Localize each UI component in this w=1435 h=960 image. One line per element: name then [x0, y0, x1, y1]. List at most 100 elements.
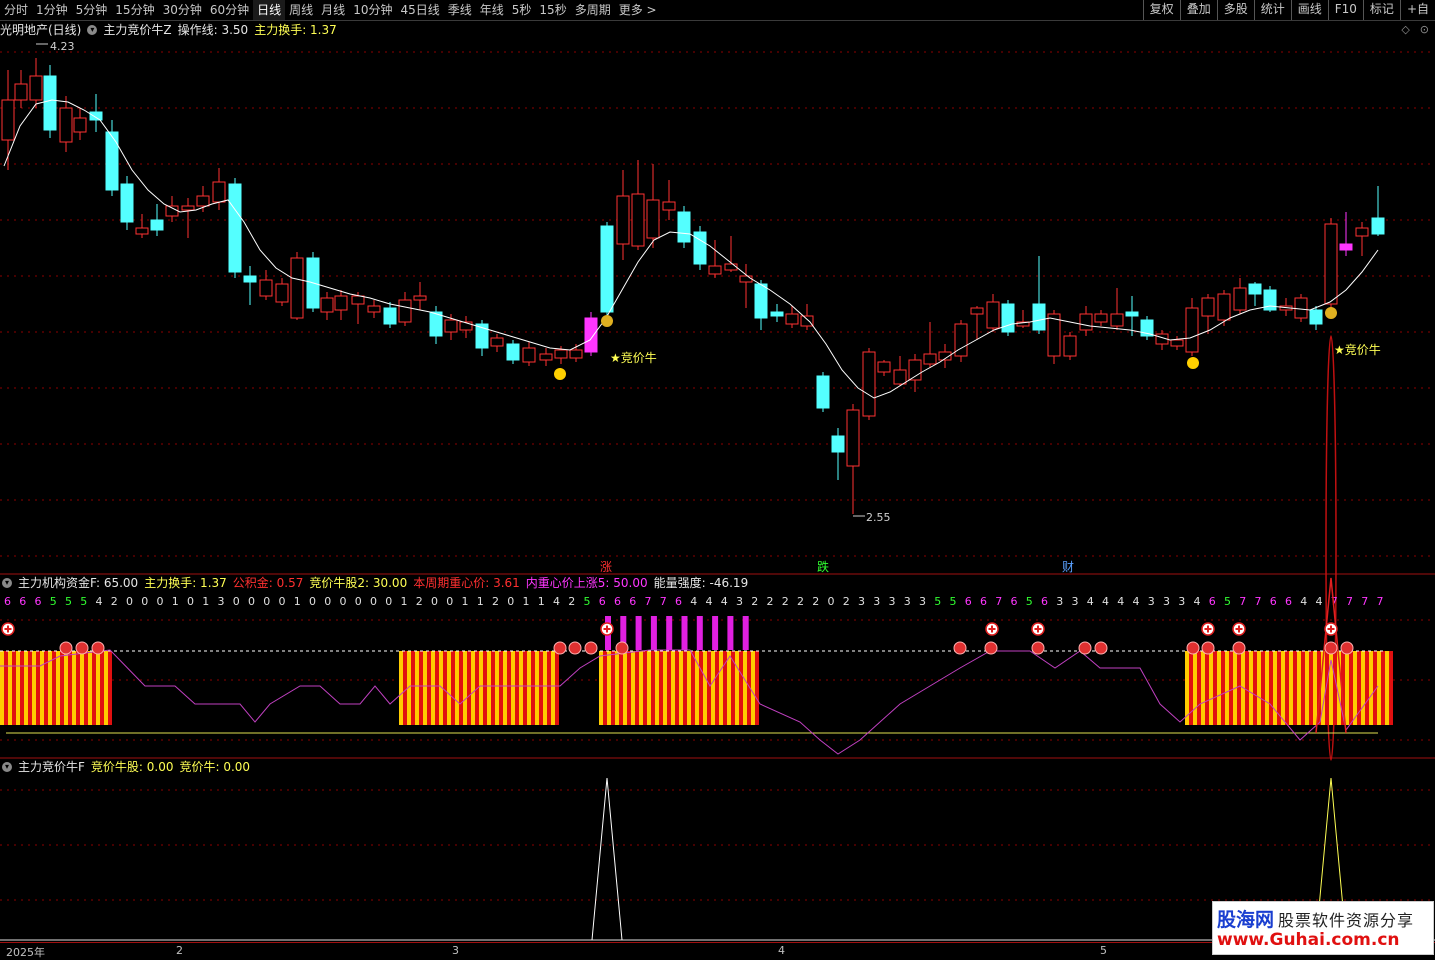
signal-ball-icon — [584, 641, 598, 655]
candle-body — [150, 219, 164, 231]
signal-digit: 0 — [507, 595, 514, 608]
signal-digit: 6 — [980, 595, 987, 608]
candle-body — [383, 307, 397, 325]
tab-14[interactable]: 15秒 — [535, 0, 570, 20]
signal-digit: 6 — [965, 595, 972, 608]
tab-4[interactable]: 30分钟 — [159, 0, 206, 20]
fund-stripe — [451, 651, 455, 725]
signal-digit: 4 — [706, 595, 713, 608]
fund-stripe — [1293, 651, 1297, 725]
tab-9[interactable]: 10分钟 — [349, 0, 396, 20]
tool-button-3[interactable]: 统计 — [1253, 0, 1291, 20]
sub2-bull-stock: 竞价牛股: 0.00 — [90, 760, 174, 774]
candle-body — [862, 351, 876, 417]
tool-button-6[interactable]: 标记 — [1362, 0, 1400, 20]
signal-digit: 0 — [187, 595, 194, 608]
fund-stripe — [1285, 651, 1289, 725]
tab-12[interactable]: 年线 — [476, 0, 508, 20]
signal-digit: 1 — [294, 595, 301, 608]
kline-chart[interactable]: 4.232.55★竞价牛★竞价牛涨跌财6 6 6 5 5 5 4 2 0 0 0 1 0 1 3 0 0 0 0 1 0… — [0, 0, 1435, 957]
fund-stripe — [479, 651, 483, 725]
sub1-energy: 能量强度: -46.19 — [653, 576, 749, 590]
sub1-value: : 65.00 — [95, 576, 139, 590]
tool-button-0[interactable]: 复权 — [1142, 0, 1180, 20]
fund-stripe — [539, 651, 543, 725]
fund-stripe — [643, 651, 647, 725]
tab-3[interactable]: 15分钟 — [111, 0, 158, 20]
tab-0[interactable]: 分时 — [0, 0, 32, 20]
signal-ball-icon — [59, 641, 73, 655]
fund-stripe — [715, 651, 719, 725]
watermark-brand: 股海网 — [1217, 909, 1275, 931]
indicator-settings-icon[interactable]: ▾ — [2, 578, 12, 588]
signal-digit: 2 — [568, 595, 575, 608]
tab-10[interactable]: 45日线 — [396, 0, 443, 20]
fund-stripe — [635, 651, 639, 725]
settings-icon[interactable]: ⊙ — [1420, 23, 1429, 36]
candle-body — [1294, 297, 1308, 319]
fund-stripe — [471, 651, 475, 725]
signal-digit: 2 — [751, 595, 758, 608]
tab-7[interactable]: 周线 — [285, 0, 317, 20]
candle-body — [893, 369, 907, 385]
fund-stripe — [735, 651, 739, 725]
fund-stripe — [1217, 651, 1221, 725]
tool-button-2[interactable]: 多股 — [1216, 0, 1254, 20]
signal-digit: 7 — [1255, 595, 1262, 608]
smiley-icon — [554, 368, 566, 380]
fund-stripe — [523, 651, 527, 725]
candle-body — [1371, 217, 1385, 235]
tool-button-4[interactable]: 画线 — [1290, 0, 1328, 20]
candle-body — [1063, 335, 1077, 357]
event-tag: 财 — [1062, 560, 1074, 574]
indicator-settings-icon[interactable]: ▾ — [2, 762, 12, 772]
tab-11[interactable]: 季线 — [444, 0, 476, 20]
tool-button-1[interactable]: 叠加 — [1179, 0, 1217, 20]
diamond-icon[interactable]: ◇ — [1401, 23, 1409, 36]
signal-digit: 1 — [538, 595, 545, 608]
fund-stripe — [1201, 651, 1205, 725]
tool-button-7[interactable]: +自 — [1399, 0, 1435, 20]
fund-stripe — [527, 651, 531, 725]
money-bag-icon — [1325, 307, 1337, 319]
fund-stripe — [683, 651, 687, 725]
tab-15[interactable]: 多周期 — [571, 0, 615, 20]
fund-stripe — [1313, 651, 1317, 725]
stock-title[interactable]: 光明地产(日线) — [0, 22, 81, 38]
candle-body — [490, 337, 504, 347]
candle-body — [1032, 303, 1046, 331]
fund-stripe — [739, 651, 743, 725]
fund-stripe — [519, 651, 523, 725]
fund-stripe — [1245, 651, 1249, 725]
signal-ball-icon — [1232, 641, 1246, 655]
signal-ball-icon — [568, 641, 582, 655]
sub1-name-value[interactable]: 主力机构资金F: 65.00 — [18, 575, 138, 591]
fund-stripe — [487, 651, 491, 725]
fund-stripe — [96, 651, 100, 725]
tab-8[interactable]: 月线 — [317, 0, 349, 20]
signal-ball-icon — [553, 641, 567, 655]
fund-stripe — [435, 651, 439, 725]
indicator-name[interactable]: 主力竞价牛Z — [103, 22, 171, 38]
fund-stripe — [751, 651, 755, 725]
tool-button-5[interactable]: F10 — [1327, 0, 1363, 20]
fund-stripe — [495, 651, 499, 725]
fund-stripe — [4, 651, 8, 725]
signal-digit: 4 — [1102, 595, 1109, 608]
fund-stripe — [1269, 651, 1273, 725]
signal-ball-icon — [75, 641, 89, 655]
fund-stripe — [655, 651, 659, 725]
sub2-name[interactable]: 主力竞价牛F — [18, 759, 85, 775]
tab-13[interactable]: 5秒 — [508, 0, 536, 20]
candle-body — [1248, 283, 1262, 295]
fund-stripe — [1205, 651, 1209, 725]
fund-stripe — [1193, 651, 1197, 725]
tab-6[interactable]: 日线 — [253, 0, 286, 20]
candle-body — [1233, 287, 1247, 311]
indicator-settings-icon[interactable]: ▾ — [87, 25, 98, 35]
tab-1[interactable]: 1分钟 — [32, 0, 72, 20]
tab-5[interactable]: 60分钟 — [206, 0, 253, 20]
tab-16[interactable]: 更多 > — [615, 0, 661, 20]
signal-digit: 6 — [1285, 595, 1292, 608]
tab-2[interactable]: 5分钟 — [72, 0, 112, 20]
